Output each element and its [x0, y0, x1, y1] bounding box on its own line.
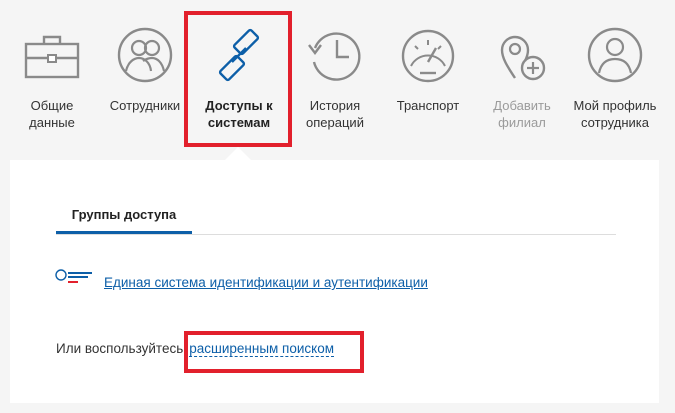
nav-item-system-access[interactable]: Доступы к системам	[191, 0, 287, 131]
nav-item-label: Добавить филиал	[493, 98, 551, 130]
nav-item-my-profile[interactable]: Мой профиль сотрудника	[567, 0, 663, 131]
briefcase-icon	[24, 35, 80, 79]
system-list-item: Единая система идентификации и аутентифи…	[54, 268, 474, 292]
add-location-icon	[500, 35, 546, 81]
esia-link[interactable]: Единая система идентификации и аутентифи…	[104, 275, 428, 290]
tab-bar: Группы доступа	[56, 202, 616, 235]
chain-link-icon	[218, 28, 260, 82]
nav-item-general-data[interactable]: Общие данные	[4, 0, 100, 131]
nav-item-label: Доступы к системам	[205, 98, 273, 130]
history-clock-icon	[308, 32, 361, 81]
nav-item-label: Сотрудники	[109, 98, 181, 113]
nav-item-label: Транспорт	[396, 98, 460, 113]
advanced-search-link[interactable]: расширенным поиском	[189, 341, 335, 357]
nav-item-label: Мой профиль сотрудника	[573, 98, 657, 130]
esia-logo	[55, 269, 92, 283]
nav-item-add-branch: Добавить филиал	[474, 0, 570, 131]
advanced-search-hint: Или воспользуйтесь расширенным поиском	[56, 341, 335, 357]
nav-item-operation-history[interactable]: История операций	[287, 0, 383, 131]
tab-access-groups[interactable]: Группы доступа	[56, 202, 192, 234]
content-panel: Группы доступа Единая система идентифика…	[10, 160, 659, 403]
speedometer-icon	[401, 29, 455, 83]
user-profile-icon	[587, 27, 643, 83]
employees-icon	[117, 27, 173, 83]
nav-item-transport[interactable]: Транспорт	[380, 0, 476, 114]
section-nav: Общие данные Сотрудники Доступы к систем…	[0, 0, 675, 160]
search-prefix: Или воспользуйтесь	[56, 341, 184, 356]
nav-item-label: Общие данные	[29, 98, 75, 130]
nav-item-employees[interactable]: Сотрудники	[97, 0, 193, 114]
panel-pointer	[225, 147, 251, 160]
nav-item-label: История операций	[306, 98, 364, 130]
